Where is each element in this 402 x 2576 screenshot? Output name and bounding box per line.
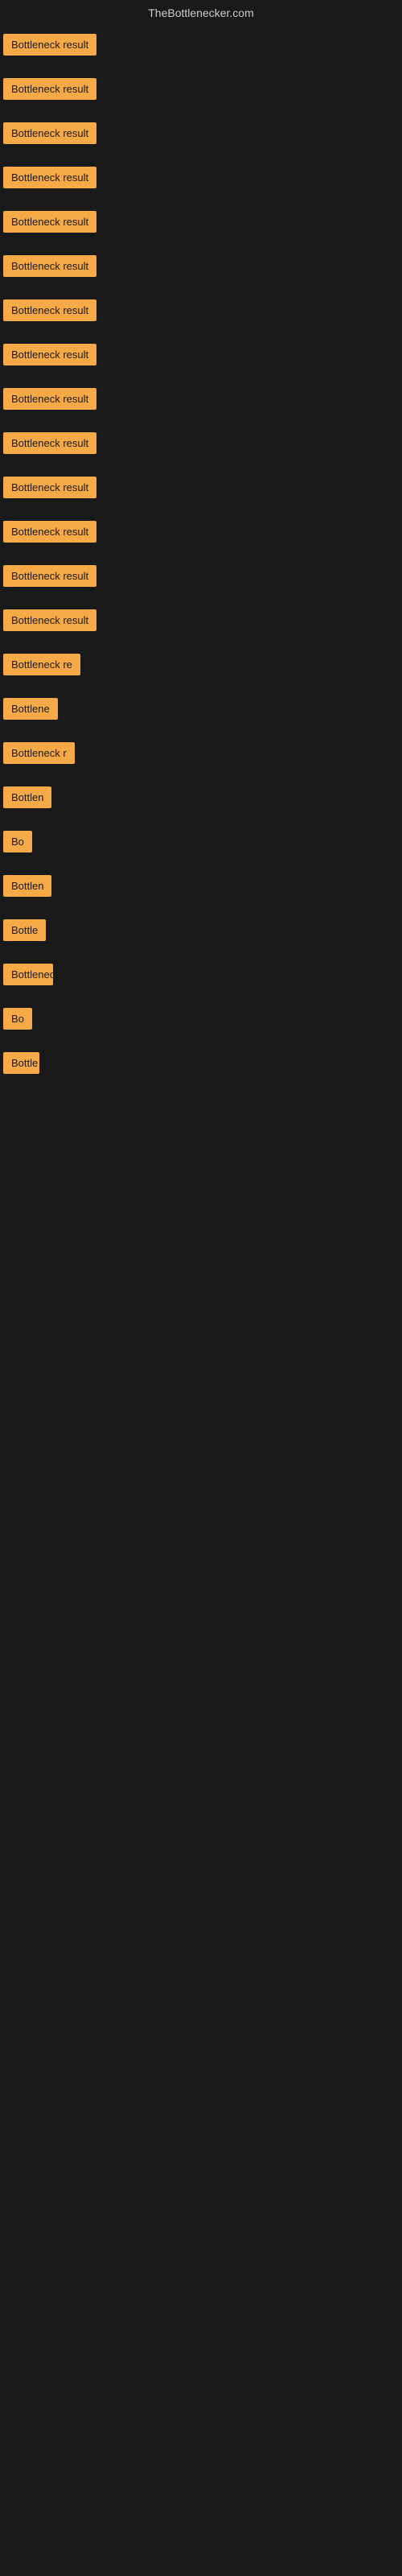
- bottleneck-badge[interactable]: Bottle: [3, 1052, 39, 1074]
- bottleneck-badge[interactable]: Bottleneck result: [3, 78, 96, 100]
- bottleneck-badge[interactable]: Bottle: [3, 919, 46, 941]
- bottleneck-badge[interactable]: Bottlen: [3, 786, 51, 808]
- bottleneck-badge[interactable]: Bottleneck result: [3, 344, 96, 365]
- bottleneck-badge[interactable]: Bottleneck result: [3, 432, 96, 454]
- list-item: Bottleneck result: [0, 29, 402, 73]
- site-title: TheBottlenecker.com: [0, 0, 402, 26]
- list-item: Bottleneck result: [0, 605, 402, 649]
- bottleneck-badge[interactable]: Bottlenec: [3, 964, 53, 985]
- bottleneck-badge[interactable]: Bottleneck result: [3, 388, 96, 410]
- list-item: Bottleneck re: [0, 649, 402, 693]
- list-item: Bottleneck result: [0, 472, 402, 516]
- bottleneck-badge[interactable]: Bottleneck result: [3, 521, 96, 543]
- bottleneck-badge[interactable]: Bottleneck result: [3, 211, 96, 233]
- list-item: Bottlen: [0, 782, 402, 826]
- bottleneck-badge[interactable]: Bottleneck result: [3, 167, 96, 188]
- bottleneck-badge[interactable]: Bottleneck re: [3, 654, 80, 675]
- bottleneck-badge[interactable]: Bo: [3, 1008, 32, 1030]
- bottleneck-badge[interactable]: Bottleneck result: [3, 122, 96, 144]
- list-item: Bottleneck result: [0, 73, 402, 118]
- bottom-spacer: [0, 1095, 402, 1739]
- list-item: Bottlene: [0, 693, 402, 737]
- list-item: Bottlenec: [0, 959, 402, 1003]
- bottleneck-badge[interactable]: Bottlene: [3, 698, 58, 720]
- list-item: Bo: [0, 826, 402, 870]
- list-item: Bottleneck result: [0, 339, 402, 383]
- list-item: Bottleneck result: [0, 516, 402, 560]
- bottleneck-badge[interactable]: Bottlen: [3, 875, 51, 897]
- list-item: Bottleneck result: [0, 206, 402, 250]
- bottleneck-badge[interactable]: Bo: [3, 831, 32, 852]
- list-item: Bottleneck result: [0, 560, 402, 605]
- list-item: Bottleneck result: [0, 295, 402, 339]
- list-item: Bo: [0, 1003, 402, 1047]
- list-item: Bottleneck result: [0, 427, 402, 472]
- bottleneck-badge[interactable]: Bottleneck result: [3, 565, 96, 587]
- bottleneck-badge[interactable]: Bottleneck result: [3, 255, 96, 277]
- list-item: Bottle: [0, 1047, 402, 1092]
- bottleneck-badge[interactable]: Bottleneck result: [3, 477, 96, 498]
- list-item: Bottleneck result: [0, 250, 402, 295]
- list-item: Bottleneck result: [0, 383, 402, 427]
- bottleneck-badge[interactable]: Bottleneck result: [3, 609, 96, 631]
- bottleneck-list: Bottleneck result Bottleneck result Bott…: [0, 26, 402, 1095]
- list-item: Bottle: [0, 914, 402, 959]
- bottleneck-badge[interactable]: Bottleneck result: [3, 34, 96, 56]
- list-item: Bottleneck result: [0, 118, 402, 162]
- list-item: Bottlen: [0, 870, 402, 914]
- bottleneck-badge[interactable]: Bottleneck r: [3, 742, 75, 764]
- list-item: Bottleneck r: [0, 737, 402, 782]
- bottleneck-badge[interactable]: Bottleneck result: [3, 299, 96, 321]
- list-item: Bottleneck result: [0, 162, 402, 206]
